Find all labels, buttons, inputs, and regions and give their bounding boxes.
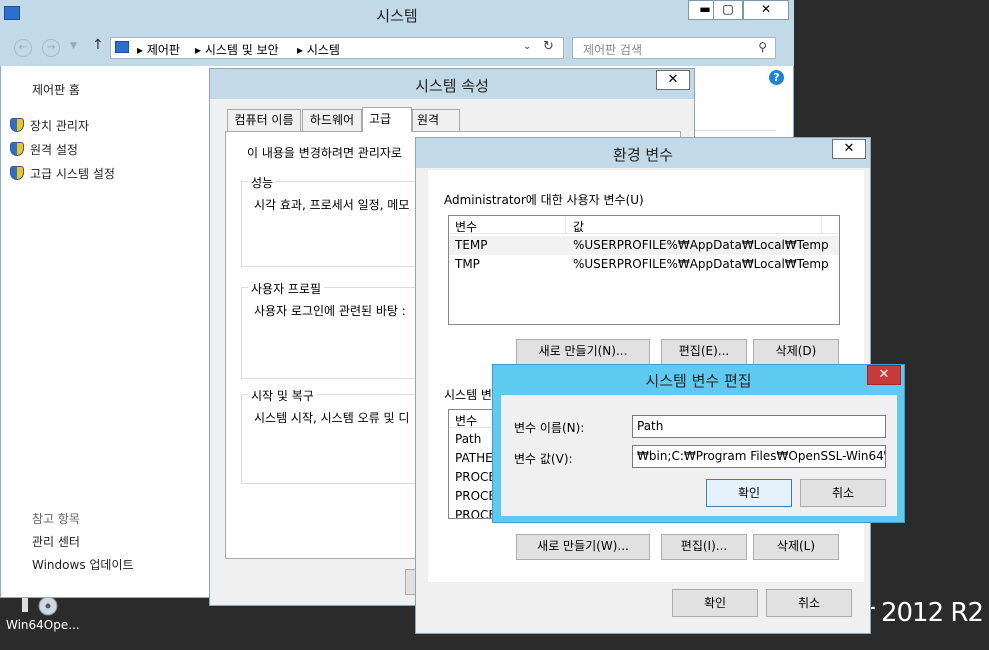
- up-arrow-icon[interactable]: ↑: [92, 37, 104, 53]
- user-edit-button[interactable]: 편집(E)...: [661, 339, 747, 365]
- sidebar-item-remote-settings[interactable]: 원격 설정: [10, 141, 78, 158]
- tab-advanced[interactable]: 고급: [362, 107, 412, 132]
- shield-icon: [10, 166, 24, 180]
- env-ok-button[interactable]: 확인: [672, 589, 758, 617]
- table-row[interactable]: TMP %USERPROFILE%₩AppData₩Local₩Temp: [449, 255, 839, 274]
- forward-arrow-icon[interactable]: →: [42, 39, 60, 57]
- system-delete-button[interactable]: 삭제(L): [753, 534, 839, 560]
- address-bar[interactable]: ▸ 제어판 ▸ 시스템 및 보안 ▸ 시스템 ⌄ ↻: [110, 37, 564, 59]
- close-icon[interactable]: ✕: [832, 139, 866, 159]
- breadcrumb-system[interactable]: 시스템: [307, 43, 340, 57]
- address-toolbar: ← → ▼ ↑ ▸ 제어판 ▸ 시스템 및 보안 ▸ 시스템 ⌄ ↻ 제어판 검…: [0, 28, 794, 66]
- desktop-icon-label: Win64Ope...: [6, 618, 80, 632]
- list-header: 변수 값: [449, 216, 839, 234]
- refresh-icon[interactable]: ↻: [543, 39, 554, 54]
- tab-hardware[interactable]: 하드웨어: [302, 109, 362, 131]
- cd-icon: [20, 596, 60, 618]
- chevron-down-icon[interactable]: ⌄: [523, 41, 531, 52]
- divider: [694, 130, 776, 131]
- system-properties-titlebar: 시스템 속성 ✕: [210, 69, 694, 99]
- table-row[interactable]: TEMP %USERPROFILE%₩AppData₩Local₩Temp: [449, 236, 839, 255]
- windows-update-link[interactable]: Windows 업데이트: [32, 556, 134, 573]
- system-properties-title: 시스템 속성: [415, 77, 489, 95]
- env-vars-title: 환경 변수: [613, 146, 673, 164]
- breadcrumb-system-security[interactable]: 시스템 및 보안: [205, 43, 279, 57]
- user-delete-button[interactable]: 삭제(D): [753, 339, 839, 365]
- action-center-link[interactable]: 관리 센터: [32, 533, 80, 550]
- breadcrumb-control-panel[interactable]: 제어판: [147, 43, 180, 57]
- computer-icon: [115, 41, 129, 53]
- edit-system-variable-dialog: 시스템 변수 편집 ✕ 변수 이름(N): Path 변수 값(V): ₩bin…: [492, 364, 905, 523]
- user-vars-label: Administrator에 대한 사용자 변수(U): [444, 193, 644, 207]
- admin-notice: 이 내용을 변경하려면 관리자로: [247, 146, 402, 160]
- edit-var-title: 시스템 변수 편집: [645, 372, 752, 390]
- desktop-shortcut-icon[interactable]: Win64Ope...: [6, 596, 80, 632]
- var-value-label: 변수 값(V):: [514, 452, 573, 466]
- env-cancel-button[interactable]: 취소: [766, 589, 852, 617]
- search-input[interactable]: 제어판 검색 ⚲: [572, 37, 776, 59]
- close-button[interactable]: ✕: [743, 0, 789, 20]
- sidebar-item-advanced-settings[interactable]: 고급 시스템 설정: [10, 165, 115, 182]
- control-panel-home-link[interactable]: 제어판 홈: [32, 81, 80, 98]
- maximize-button[interactable]: ▢: [713, 0, 743, 20]
- back-arrow-icon[interactable]: ←: [14, 39, 32, 57]
- search-icon: ⚲: [758, 40, 767, 54]
- var-name-label: 변수 이름(N):: [514, 421, 585, 435]
- edit-cancel-button[interactable]: 취소: [800, 479, 886, 507]
- system-vars-label: 시스템 변: [444, 388, 492, 402]
- var-value-field[interactable]: ₩bin;C:₩Program Files₩OpenSSL-Win64₩bin: [632, 445, 886, 468]
- sidebar-item-device-manager[interactable]: 장치 관리자: [10, 117, 89, 134]
- user-new-button[interactable]: 새로 만들기(N)...: [516, 339, 650, 365]
- system-edit-button[interactable]: 편집(I)...: [661, 534, 747, 560]
- edit-ok-button[interactable]: 확인: [706, 479, 792, 507]
- env-vars-titlebar: 환경 변수 ✕: [416, 138, 870, 168]
- help-icon[interactable]: ?: [769, 70, 784, 85]
- close-icon[interactable]: ✕: [656, 70, 690, 90]
- see-also-heading: 참고 항목: [32, 512, 80, 526]
- var-name-field[interactable]: Path: [632, 415, 886, 438]
- system-window-title: 시스템: [376, 7, 418, 25]
- system-new-button[interactable]: 새로 만들기(W)...: [516, 534, 650, 560]
- shield-icon: [10, 118, 24, 132]
- tab-remote[interactable]: 원격: [412, 109, 460, 131]
- system-window-titlebar: 시스템 ▬ ▢ ✕: [0, 0, 794, 28]
- user-vars-list[interactable]: 변수 값 TEMP %USERPROFILE%₩AppData₩Local₩Te…: [448, 215, 840, 325]
- close-icon[interactable]: ✕: [867, 365, 901, 385]
- tab-computer-name[interactable]: 컴퓨터 이름: [227, 109, 301, 131]
- recent-dropdown-icon[interactable]: ▼: [70, 41, 77, 51]
- shield-icon: [10, 142, 24, 156]
